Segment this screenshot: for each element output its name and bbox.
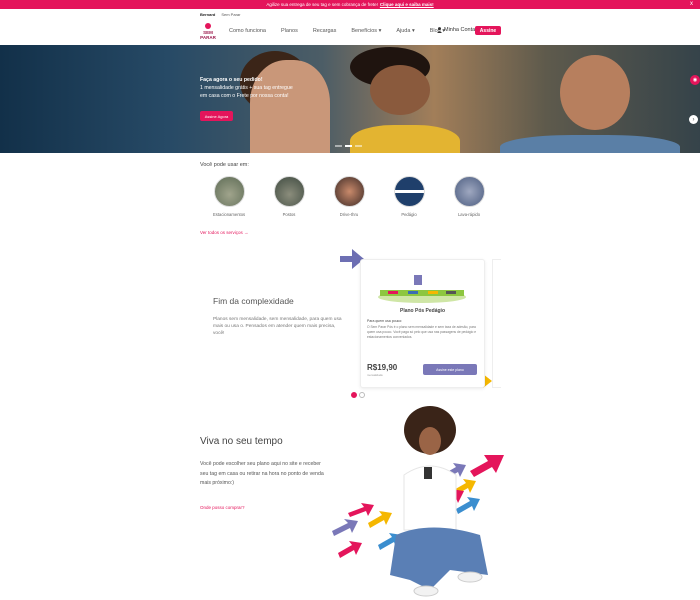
- use-label: Drive-thru: [339, 212, 359, 217]
- hero-photo-woman: [250, 60, 330, 153]
- plan-intro: Fim da complexidade Planos sem mensalida…: [213, 296, 343, 337]
- viva-text: Você pode escolher seu plano aqui no sit…: [200, 461, 324, 486]
- card-description: O Sem Parar Pós é o plano sem mensalidad…: [367, 325, 477, 340]
- shoe: [457, 571, 483, 583]
- login-link[interactable]: Minha Conta: [437, 27, 475, 33]
- hero-photo-man: [560, 55, 630, 130]
- nav-item-planos[interactable]: Planos: [281, 28, 298, 34]
- nav-item-beneficios[interactable]: Benefícios ▾: [351, 28, 381, 34]
- next-plan-card-peek[interactable]: [492, 259, 501, 388]
- card-tagline: Para quem usa pouco:: [367, 319, 403, 323]
- parking-icon: [213, 176, 245, 207]
- uses-title: Você pode usar em:: [200, 162, 249, 168]
- carousel-dot-active[interactable]: [345, 145, 352, 147]
- close-icon[interactable]: x: [690, 1, 693, 7]
- card-title: Plano Pós Pedágio: [399, 308, 445, 314]
- carousel-dot-active[interactable]: [351, 392, 357, 398]
- logo[interactable]: SEM PARAR: [199, 23, 217, 41]
- hero-cta-button[interactable]: Assine Agora: [200, 111, 233, 121]
- car-wash-icon: [453, 176, 485, 207]
- hero-text: Faça agora o seu pedido! 1 mensalidade g…: [200, 76, 310, 100]
- side-tab-icon[interactable]: ◉: [690, 75, 700, 85]
- face: [419, 427, 441, 455]
- use-item-drive-thru[interactable]: Drive-thru: [333, 176, 365, 217]
- card-price-note: mensalidade: [367, 373, 383, 377]
- site-header: SEM PARAR Como funciona Planos Recargas …: [0, 19, 700, 46]
- assine-button[interactable]: Assine: [475, 26, 501, 35]
- use-label: Postos: [282, 212, 296, 217]
- promo-topbar: Agilize sua entrega de seu tag e sem cob…: [0, 0, 700, 9]
- drive-thru-icon: [333, 176, 365, 207]
- viva-heading: Viva no seu tempo: [200, 436, 283, 447]
- woman-with-phone-illustration: [332, 406, 504, 597]
- all-services-link[interactable]: Ver todos os serviços →: [200, 230, 249, 235]
- nav-item-como-funciona[interactable]: Como funciona: [229, 28, 266, 34]
- gas-station-icon: [273, 176, 305, 207]
- sub-brand[interactable]: Sem Parar: [221, 12, 240, 17]
- toll-icon: [393, 176, 425, 207]
- nav-item-ajuda[interactable]: Ajuda ▾: [396, 28, 414, 34]
- hero-photo-shirt-2: [500, 135, 680, 153]
- logo-mark-icon: [205, 23, 211, 29]
- carousel-dot[interactable]: [335, 145, 342, 147]
- promo-link[interactable]: Clique aqui e saiba mais!: [380, 2, 434, 7]
- shoe: [413, 585, 439, 597]
- nav-item-recargas[interactable]: Recargas: [313, 28, 337, 34]
- brand-name[interactable]: Bernard: [200, 12, 215, 17]
- use-item-pedagio[interactable]: Pedágio: [393, 176, 425, 217]
- use-item-lava-rapido[interactable]: Lava-rápido: [453, 176, 485, 217]
- card-subscribe-button[interactable]: Assine este plano: [423, 364, 477, 375]
- plan-carousel-dots: [351, 392, 365, 398]
- phone-icon: [424, 467, 432, 479]
- use-label: Lava-rápido: [457, 212, 481, 217]
- promo-text: Agilize sua entrega de seu tag e sem cob…: [266, 2, 378, 7]
- hero-line-2: em casa com o Frete por nossa conta!: [200, 93, 289, 99]
- uses-list: Estacionamentos Postos Drive-thru Pedági…: [213, 176, 485, 217]
- logo-text-2: PARAR: [200, 35, 216, 40]
- card-price: R$19,90: [367, 363, 398, 372]
- use-label: Estacionamentos: [213, 212, 246, 217]
- use-item-estacionamentos[interactable]: Estacionamentos: [213, 176, 245, 217]
- hero-title: Faça agora o seu pedido!: [200, 77, 263, 83]
- carousel-dot[interactable]: [355, 145, 362, 147]
- next-slide-icon[interactable]: ›: [689, 115, 698, 124]
- toll-road-illustration-icon: [378, 275, 466, 303]
- user-icon: [437, 27, 442, 33]
- where-to-buy-link[interactable]: Onde posso comprar?: [200, 505, 245, 510]
- plan-text: Planos sem mensalidade, sem mensalidade,…: [213, 317, 342, 336]
- use-label: Pedágio: [401, 212, 417, 217]
- login-label: Minha Conta: [444, 27, 476, 33]
- hero-photo-shirt: [350, 125, 460, 153]
- hero-banner: Faça agora o seu pedido! 1 mensalidade g…: [0, 45, 700, 153]
- hero-line-1: 1 mensalidade grátis + sua tag entregue: [200, 85, 293, 91]
- plan-heading: Fim da complexidade: [213, 296, 294, 306]
- main-nav: Como funciona Planos Recargas Benefícios…: [229, 28, 445, 34]
- carousel-dot[interactable]: [359, 392, 365, 398]
- plan-card: Plano Pós Pedágio Para quem usa pouco: O…: [360, 259, 485, 388]
- use-item-postos[interactable]: Postos: [273, 176, 305, 217]
- hero-carousel-dots: [335, 145, 362, 147]
- brand-subbar: Bernard Sem Parar: [200, 12, 240, 17]
- hero-photo-woman-2: [370, 65, 430, 115]
